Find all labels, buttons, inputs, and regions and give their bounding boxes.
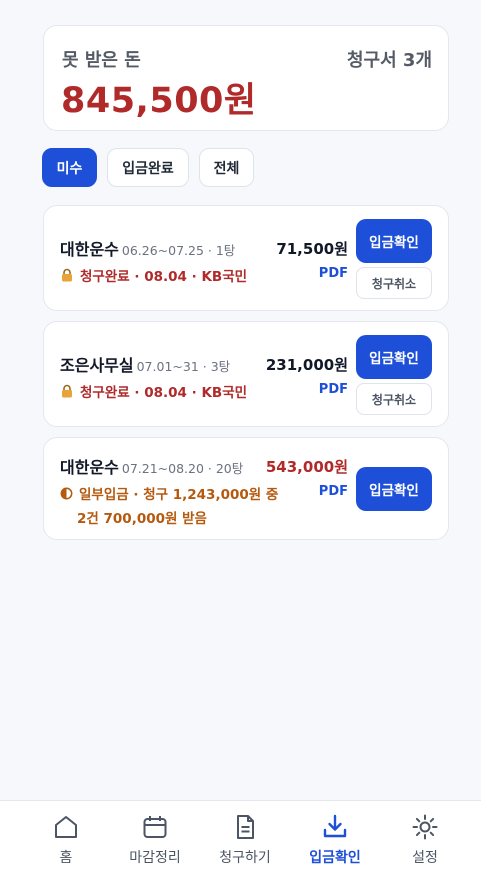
bottom-tab-bar: 홈 마감정리 청구하기 입금확인 설정 xyxy=(0,800,481,877)
invoice-status-text: 청구완료 · 08.04 · KB국민 xyxy=(80,385,248,401)
cancel-invoice-button[interactable]: 청구취소 xyxy=(356,383,432,415)
client-name-text: 조은사무실 xyxy=(60,356,134,375)
download-icon xyxy=(323,814,347,838)
tab-closing[interactable]: 마감정리 xyxy=(110,801,200,877)
lock-icon xyxy=(62,384,72,398)
tab-home[interactable]: 홈 xyxy=(21,801,111,877)
tab-payment-check[interactable]: 입금확인 xyxy=(290,801,380,877)
invoice-status: 청구완료 · 08.04 · KB국민 xyxy=(60,265,247,285)
invoice-status: 청구완료 · 08.04 · KB국민 xyxy=(60,381,247,401)
calendar-icon xyxy=(143,816,167,838)
confirm-payment-button[interactable]: 입금확인 xyxy=(356,219,432,263)
unpaid-label: 못 받은 돈 xyxy=(62,50,141,71)
client-name: 대한운수 07.21~08.20 · 20탕 xyxy=(60,454,243,478)
filter-paid[interactable]: 입금완료 xyxy=(107,148,189,187)
filter-chips: 미수 입금완료 전체 xyxy=(42,148,254,187)
lock-icon xyxy=(62,268,72,282)
invoice-status: 일부입금 · 청구 1,243,000원 중 xyxy=(60,483,278,503)
filter-unpaid[interactable]: 미수 xyxy=(42,148,97,187)
invoice-amount: 543,000원 xyxy=(265,458,348,476)
confirm-payment-button[interactable]: 입금확인 xyxy=(356,335,432,379)
unpaid-amount: 845,500원 xyxy=(61,81,257,121)
tab-label: 입금확인 xyxy=(309,850,361,866)
tab-label: 마감정리 xyxy=(129,850,181,866)
invoice-count: 청구서 3개 xyxy=(346,50,432,71)
period-meta: 07.01~31 · 3탕 xyxy=(136,359,231,374)
document-icon xyxy=(237,815,254,839)
tab-billing[interactable]: 청구하기 xyxy=(200,801,290,877)
cancel-invoice-button[interactable]: 청구취소 xyxy=(356,267,432,299)
invoice-card[interactable]: 대한운수 07.21~08.20 · 20탕 543,000원 일부입금 · 청구… xyxy=(43,437,449,540)
client-name-text: 대한운수 xyxy=(60,240,119,259)
unpaid-summary-card: 못 받은 돈 청구서 3개 845,500원 xyxy=(43,25,449,131)
period-meta: 07.21~08.20 · 20탕 xyxy=(121,461,244,476)
tab-label: 청구하기 xyxy=(219,850,271,866)
invoice-status-text: 일부입금 · 청구 1,243,000원 중 xyxy=(79,487,279,503)
invoice-amount: 231,000원 xyxy=(265,356,348,374)
tab-label: 설정 xyxy=(412,850,438,866)
period-meta: 06.26~07.25 · 1탕 xyxy=(121,243,236,258)
client-name: 대한운수 06.26~07.25 · 1탕 xyxy=(60,236,235,260)
invoice-card[interactable]: 대한운수 06.26~07.25 · 1탕 71,500원 청구완료 · 08.0… xyxy=(43,205,449,311)
tab-settings[interactable]: 설정 xyxy=(380,801,470,877)
gear-icon xyxy=(412,814,438,840)
invoice-status-detail: 2건 700,000원 받음 xyxy=(77,511,207,527)
invoice-card[interactable]: 조은사무실 07.01~31 · 3탕 231,000원 청구완료 · 08.04… xyxy=(43,321,449,427)
invoice-status-text: 청구완료 · 08.04 · KB국민 xyxy=(80,269,248,285)
pdf-link[interactable]: PDF xyxy=(319,266,348,281)
filter-all[interactable]: 전체 xyxy=(199,148,254,187)
invoice-amount: 71,500원 xyxy=(276,240,348,258)
home-icon xyxy=(55,816,77,838)
client-name: 조은사무실 07.01~31 · 3탕 xyxy=(60,352,230,376)
pdf-link[interactable]: PDF xyxy=(319,382,348,397)
pdf-link[interactable]: PDF xyxy=(319,484,348,499)
client-name-text: 대한운수 xyxy=(60,458,119,477)
tab-label: 홈 xyxy=(59,850,73,866)
confirm-payment-button[interactable]: 입금확인 xyxy=(356,467,432,511)
payment-check-screen: 못 받은 돈 청구서 3개 845,500원 미수 입금완료 전체 대한운수 06… xyxy=(0,0,481,877)
half-circle-icon xyxy=(60,487,73,499)
